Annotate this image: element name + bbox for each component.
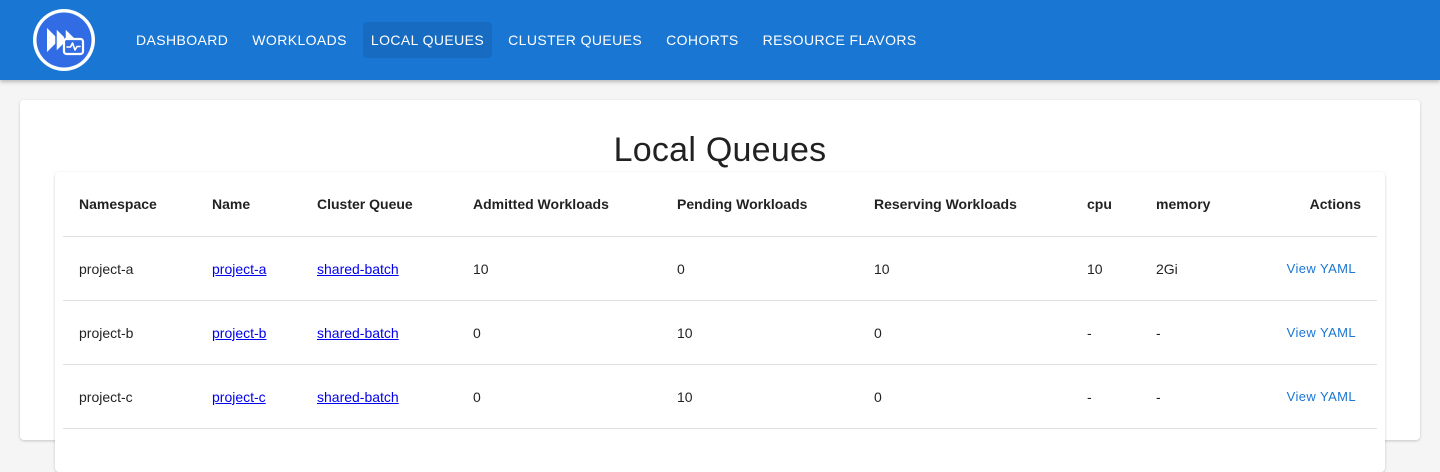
cell-memory: - xyxy=(1140,364,1230,429)
local-queue-link[interactable]: project-c xyxy=(212,389,266,405)
cell-memory: - xyxy=(1140,300,1230,365)
cell-cluster-queue: shared-batch xyxy=(301,364,457,429)
col-header-memory: memory xyxy=(1140,172,1230,237)
col-header-cluster-queue: Cluster Queue xyxy=(301,172,457,237)
cell-cpu: - xyxy=(1071,300,1140,365)
cluster-queue-link[interactable]: shared-batch xyxy=(317,389,399,405)
cell-name: project-b xyxy=(196,300,301,365)
cell-reserving: 0 xyxy=(858,364,1071,429)
cell-cluster-queue: shared-batch xyxy=(301,236,457,301)
cell-namespace: project-b xyxy=(63,300,196,365)
nav-workloads[interactable]: WORKLOADS xyxy=(244,22,355,58)
cell-name: project-a xyxy=(196,236,301,301)
view-yaml-button[interactable]: View YAML xyxy=(1282,257,1361,280)
col-header-actions: Actions xyxy=(1230,172,1377,237)
table-row: project-c project-c shared-batch 0 10 0 … xyxy=(63,364,1377,429)
cell-cpu: 10 xyxy=(1071,236,1140,301)
cell-cpu: - xyxy=(1071,364,1140,429)
cell-pending: 0 xyxy=(661,236,858,301)
cell-pending: 10 xyxy=(661,364,858,429)
cell-namespace: project-a xyxy=(63,236,196,301)
cell-actions: View YAML xyxy=(1230,236,1377,301)
app-bar: DASHBOARD WORKLOADS LOCAL QUEUES CLUSTER… xyxy=(0,0,1440,80)
cell-namespace: project-c xyxy=(63,364,196,429)
local-queue-link[interactable]: project-a xyxy=(212,261,266,277)
cluster-queue-link[interactable]: shared-batch xyxy=(317,261,399,277)
local-queue-link[interactable]: project-b xyxy=(212,325,266,341)
cell-cluster-queue: shared-batch xyxy=(301,300,457,365)
cell-admitted: 10 xyxy=(457,236,661,301)
cell-admitted: 0 xyxy=(457,300,661,365)
cell-admitted: 0 xyxy=(457,364,661,429)
nav-dashboard[interactable]: DASHBOARD xyxy=(128,22,236,58)
col-header-admitted-workloads: Admitted Workloads xyxy=(457,172,661,237)
local-queues-table-container: Namespace Name Cluster Queue Admitted Wo… xyxy=(55,172,1385,472)
cell-pending: 10 xyxy=(661,300,858,365)
view-yaml-button[interactable]: View YAML xyxy=(1282,385,1361,408)
nav-local-queues[interactable]: LOCAL QUEUES xyxy=(362,22,493,58)
cell-name: project-c xyxy=(196,364,301,429)
table-header-row: Namespace Name Cluster Queue Admitted Wo… xyxy=(63,172,1377,237)
cell-memory: 2Gi xyxy=(1140,236,1230,301)
col-header-reserving-workloads: Reserving Workloads xyxy=(858,172,1071,237)
cluster-queue-link[interactable]: shared-batch xyxy=(317,325,399,341)
view-yaml-button[interactable]: View YAML xyxy=(1282,321,1361,344)
cell-actions: View YAML xyxy=(1230,364,1377,429)
local-queues-table: Namespace Name Cluster Queue Admitted Wo… xyxy=(63,172,1377,429)
cell-reserving: 10 xyxy=(858,236,1071,301)
col-header-namespace: Namespace xyxy=(63,172,196,237)
content-panel: Local Queues Namespace Name Cluster Queu… xyxy=(20,100,1420,472)
cell-actions: View YAML xyxy=(1230,300,1377,365)
table-row: project-a project-a shared-batch 10 0 10… xyxy=(63,236,1377,301)
nav-resource-flavors[interactable]: RESOURCE FLAVORS xyxy=(755,22,925,58)
page-title: Local Queues xyxy=(613,130,827,169)
nav-cluster-queues[interactable]: CLUSTER QUEUES xyxy=(500,22,650,58)
table-row: project-b project-b shared-batch 0 10 0 … xyxy=(63,300,1377,365)
cell-reserving: 0 xyxy=(858,300,1071,365)
col-header-pending-workloads: Pending Workloads xyxy=(661,172,858,237)
col-header-name: Name xyxy=(196,172,301,237)
nav-cohorts[interactable]: COHORTS xyxy=(658,22,747,58)
col-header-cpu: cpu xyxy=(1071,172,1140,237)
main-nav: DASHBOARD WORKLOADS LOCAL QUEUES CLUSTER… xyxy=(128,22,933,58)
kueue-logo-icon[interactable] xyxy=(32,8,96,72)
